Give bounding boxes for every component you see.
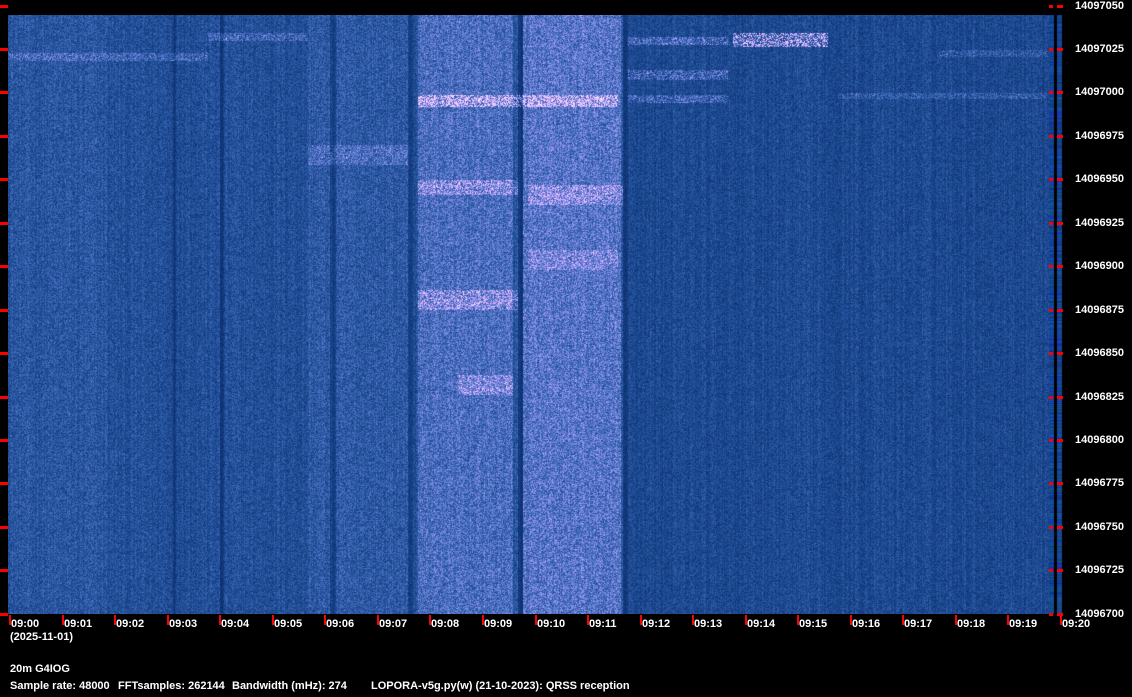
y-tick-mark bbox=[1057, 265, 1063, 268]
y-tick-mark bbox=[1049, 439, 1053, 442]
bandwidth-label: Bandwidth (mHz): 274 bbox=[232, 680, 347, 692]
y-tick-mark bbox=[1049, 613, 1053, 616]
y-tick-mark bbox=[1049, 482, 1053, 485]
y-tick-mark bbox=[1049, 526, 1053, 529]
y-tick-mark bbox=[1049, 309, 1053, 312]
y-tick-mark bbox=[0, 526, 8, 529]
x-tick-label: 09:05 bbox=[274, 618, 303, 630]
y-tick-mark bbox=[1057, 91, 1063, 94]
y-tick-mark bbox=[1057, 309, 1063, 312]
y-tick-label: 14097050 bbox=[1075, 0, 1124, 12]
y-tick-mark bbox=[0, 5, 8, 8]
x-tick-label: 09:06 bbox=[326, 618, 355, 630]
x-tick-label: 09:19 bbox=[1009, 618, 1038, 630]
y-tick-mark bbox=[0, 222, 8, 225]
y-tick-mark bbox=[0, 613, 8, 616]
x-tick-label: 09:10 bbox=[537, 618, 566, 630]
y-tick-mark bbox=[0, 48, 8, 51]
y-tick-mark bbox=[1057, 439, 1063, 442]
y-tick-mark bbox=[1057, 613, 1063, 616]
fft-samples-label: FFTsamples: 262144 bbox=[118, 680, 225, 692]
y-tick-mark bbox=[0, 569, 8, 572]
x-tick-label: 09:14 bbox=[747, 618, 776, 630]
y-tick-mark bbox=[1049, 569, 1053, 572]
y-tick-label: 14096750 bbox=[1075, 521, 1124, 533]
x-tick-label: 09:00 bbox=[11, 618, 40, 630]
x-tick-label: 09:04 bbox=[221, 618, 250, 630]
y-tick-mark bbox=[1057, 48, 1063, 51]
y-tick-mark bbox=[1057, 135, 1063, 138]
y-tick-mark bbox=[1057, 569, 1063, 572]
y-tick-mark bbox=[1049, 396, 1053, 399]
y-tick-mark bbox=[0, 91, 8, 94]
y-tick-mark bbox=[1049, 91, 1053, 94]
y-tick-mark bbox=[0, 135, 8, 138]
y-tick-mark bbox=[0, 396, 8, 399]
sample-rate-label: Sample rate: 48000 bbox=[10, 680, 110, 692]
y-tick-mark bbox=[1049, 222, 1053, 225]
spectrogram-waterfall bbox=[8, 15, 1049, 614]
software-label: LOPORA-v5g.py(w) (21-10-2023): QRSS rece… bbox=[371, 680, 630, 692]
x-tick-label: 09:08 bbox=[431, 618, 460, 630]
station-label: 20m G4IOG bbox=[10, 663, 70, 675]
y-tick-label: 14096900 bbox=[1075, 260, 1124, 272]
y-tick-mark bbox=[1057, 352, 1063, 355]
spectrum-side-strip bbox=[1049, 15, 1063, 614]
y-tick-label: 14096850 bbox=[1075, 347, 1124, 359]
x-tick-label: 09:17 bbox=[904, 618, 933, 630]
x-tick-label: 09:18 bbox=[957, 618, 986, 630]
y-tick-label: 14096950 bbox=[1075, 173, 1124, 185]
y-tick-mark bbox=[0, 352, 8, 355]
x-tick-label: 09:01 bbox=[64, 618, 93, 630]
y-tick-label: 14096700 bbox=[1075, 608, 1124, 620]
y-tick-mark bbox=[0, 482, 8, 485]
y-tick-label: 14096975 bbox=[1075, 130, 1124, 142]
x-tick-label: 09:09 bbox=[484, 618, 513, 630]
x-tick-label: 09:13 bbox=[694, 618, 723, 630]
y-tick-mark bbox=[1057, 178, 1063, 181]
y-tick-mark bbox=[1049, 48, 1053, 51]
y-tick-mark bbox=[0, 178, 8, 181]
y-tick-mark bbox=[1057, 396, 1063, 399]
y-tick-mark bbox=[0, 309, 8, 312]
x-tick-label: 09:15 bbox=[799, 618, 828, 630]
y-tick-mark bbox=[1049, 352, 1053, 355]
y-tick-label: 14096825 bbox=[1075, 391, 1124, 403]
x-tick-label: 09:02 bbox=[116, 618, 145, 630]
y-tick-mark bbox=[1049, 178, 1053, 181]
y-tick-mark bbox=[1049, 5, 1053, 8]
x-tick-label: 09:16 bbox=[852, 618, 881, 630]
x-tick-label: 09:11 bbox=[589, 618, 617, 630]
x-tick-label: 09:07 bbox=[379, 618, 408, 630]
y-tick-label: 14096775 bbox=[1075, 477, 1124, 489]
y-tick-label: 14096725 bbox=[1075, 564, 1124, 576]
y-tick-mark bbox=[1057, 482, 1063, 485]
y-tick-label: 14096800 bbox=[1075, 434, 1124, 446]
y-tick-label: 14097000 bbox=[1075, 86, 1124, 98]
y-tick-label: 14097025 bbox=[1075, 43, 1124, 55]
y-tick-mark bbox=[1057, 222, 1063, 225]
y-tick-label: 14096925 bbox=[1075, 217, 1124, 229]
y-tick-label: 14096875 bbox=[1075, 304, 1124, 316]
y-tick-mark bbox=[1049, 135, 1053, 138]
y-tick-mark bbox=[1057, 526, 1063, 529]
x-tick-label: 09:12 bbox=[642, 618, 671, 630]
x-tick-label: 09:03 bbox=[169, 618, 198, 630]
y-tick-mark bbox=[0, 439, 8, 442]
date-label: (2025-11-01) bbox=[10, 631, 73, 643]
y-tick-mark bbox=[1049, 265, 1053, 268]
y-tick-mark bbox=[0, 265, 8, 268]
y-tick-mark bbox=[1057, 5, 1063, 8]
